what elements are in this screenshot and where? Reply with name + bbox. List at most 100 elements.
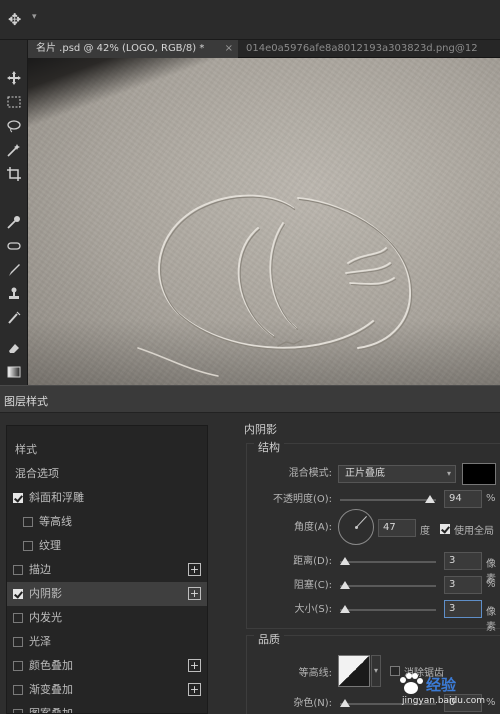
style-item[interactable]: 图案叠加 (7, 702, 207, 714)
style-item-checkbox[interactable] (13, 613, 23, 623)
eyedropper-icon[interactable] (4, 212, 24, 232)
opacity-input[interactable]: 94 (444, 490, 482, 508)
style-item[interactable]: 等高线 (7, 510, 207, 534)
structure-title: 结构 (254, 439, 284, 455)
add-effect-icon[interactable]: + (188, 563, 201, 576)
style-item-checkbox[interactable] (13, 493, 23, 503)
tab-png-image[interactable]: 014e0a5976afe8a8012193a303823d.png@12 (238, 40, 500, 58)
style-item[interactable]: 斜面和浮雕 (7, 486, 207, 510)
style-item-checkbox[interactable] (13, 685, 23, 695)
gradient-tool-icon[interactable] (4, 362, 24, 382)
baidu-jingyan-watermark: 经验 jingyan.baidu.com (396, 672, 496, 708)
document-canvas[interactable] (28, 58, 500, 385)
move-tool-icon[interactable]: ✥ (8, 10, 28, 30)
style-item-label: 描边 (29, 563, 51, 576)
style-item-checkbox[interactable] (13, 589, 23, 599)
noise-slider-thumb[interactable] (340, 699, 350, 707)
size-input[interactable]: 3 (444, 600, 482, 618)
style-item-label: 内发光 (29, 611, 62, 624)
angle-dial[interactable] (338, 509, 374, 545)
close-icon[interactable]: × (225, 40, 233, 58)
style-item-label: 斜面和浮雕 (29, 491, 84, 504)
opacity-slider-thumb[interactable] (425, 495, 436, 503)
add-effect-icon[interactable]: + (188, 683, 201, 696)
healing-brush-icon[interactable] (4, 236, 24, 256)
document-tabs: 名片 .psd @ 42% (LOGO, RGB/8) * × 014e0a59… (28, 40, 500, 58)
marquee-tool-icon[interactable] (4, 92, 24, 112)
style-item-checkbox[interactable] (13, 565, 23, 575)
style-item[interactable]: 纹理 (7, 534, 207, 558)
add-effect-icon[interactable]: + (188, 659, 201, 672)
distance-label: 距离(D): (293, 556, 332, 567)
use-global-light-checkbox[interactable] (440, 524, 450, 534)
dialog-title: 图层样式 (4, 395, 48, 408)
style-item-checkbox[interactable] (13, 709, 23, 713)
choke-slider-thumb[interactable] (340, 581, 350, 589)
brush-tool-icon[interactable] (4, 260, 24, 280)
lasso-tool-icon[interactable] (4, 116, 24, 136)
clone-stamp-icon[interactable] (4, 284, 24, 304)
style-item-checkbox[interactable] (13, 637, 23, 647)
move-tool-icon[interactable] (4, 68, 24, 88)
blending-options-item[interactable]: 混合选项 (7, 462, 207, 486)
contour-label: 等高线: (298, 668, 332, 679)
style-item-label: 渐变叠加 (29, 683, 73, 696)
history-brush-icon[interactable] (4, 308, 24, 328)
tab-label: 名片 .psd @ 42% (LOGO, RGB/8) * (36, 43, 205, 54)
noise-label: 杂色(N): (293, 698, 332, 709)
quality-title: 品质 (254, 631, 284, 647)
tools-panel (0, 40, 28, 385)
chevron-down-icon: ▾ (446, 469, 451, 478)
style-item-label: 光泽 (29, 635, 51, 648)
style-item-label: 内阴影 (29, 587, 62, 600)
embossed-logo (137, 194, 413, 377)
style-item[interactable]: 描边 + (7, 558, 207, 582)
choke-input[interactable]: 3 (444, 576, 482, 594)
layer-style-dialog-title[interactable]: 图层样式 (0, 385, 500, 413)
opacity-slider[interactable] (340, 499, 436, 501)
tab-label: 014e0a5976afe8a8012193a303823d.png@12 (246, 43, 478, 54)
size-label: 大小(S): (294, 604, 332, 615)
eraser-icon[interactable] (4, 338, 24, 358)
angle-input[interactable]: 47 (378, 519, 416, 537)
chevron-down-icon[interactable]: ▾ (32, 12, 37, 22)
layer-style-dialog: 样式 混合选项 斜面和浮雕等高线 纹理描边 + 内阴影 + 内发光光泽颜色叠加 + 渐变叠加 +… (0, 413, 500, 714)
style-item-checkbox[interactable] (23, 517, 33, 527)
style-item-label: 颜色叠加 (29, 659, 73, 672)
size-unit: 像素 (486, 607, 496, 633)
distance-slider-thumb[interactable] (340, 557, 350, 565)
section-title: 内阴影 (244, 423, 277, 436)
style-item-checkbox[interactable] (23, 541, 33, 551)
angle-unit: 度 (420, 526, 430, 537)
watermark-url: jingyan.baidu.com (402, 696, 486, 706)
watermark-brand: 经验 (426, 676, 457, 694)
options-bar: ✥ ▾ (0, 0, 500, 40)
magic-wand-icon[interactable] (4, 140, 24, 160)
opacity-unit: % (486, 493, 496, 504)
blend-mode-label: 混合模式: (288, 468, 332, 479)
paw-logo-icon (400, 673, 423, 694)
contour-preview[interactable] (338, 655, 370, 687)
shadow-color-swatch[interactable] (462, 463, 496, 485)
chevron-down-icon[interactable]: ▾ (371, 655, 381, 687)
angle-label: 角度(A): (293, 522, 332, 533)
size-slider-thumb[interactable] (340, 605, 350, 613)
style-list: 样式 混合选项 斜面和浮雕等高线 纹理描边 + 内阴影 + 内发光光泽颜色叠加 + 渐变叠加 +… (6, 425, 208, 714)
distance-slider[interactable] (340, 561, 436, 563)
styles-header[interactable]: 样式 (7, 438, 207, 462)
add-effect-icon[interactable]: + (188, 587, 201, 600)
size-slider[interactable] (340, 609, 436, 611)
style-item[interactable]: 渐变叠加 + (7, 678, 207, 702)
style-item[interactable]: 内发光 (7, 606, 207, 630)
tab-business-card[interactable]: 名片 .psd @ 42% (LOGO, RGB/8) * × (28, 40, 238, 58)
crop-tool-icon[interactable] (4, 164, 24, 184)
choke-label: 阻塞(C): (293, 580, 332, 591)
distance-input[interactable]: 3 (444, 552, 482, 570)
style-item[interactable]: 光泽 (7, 630, 207, 654)
style-item[interactable]: 颜色叠加 + (7, 654, 207, 678)
style-item-label: 图案叠加 (29, 707, 73, 714)
blend-mode-select[interactable]: 正片叠底 ▾ (338, 465, 456, 483)
style-item[interactable]: 内阴影 + (7, 582, 207, 606)
choke-slider[interactable] (340, 585, 436, 587)
style-item-checkbox[interactable] (13, 661, 23, 671)
